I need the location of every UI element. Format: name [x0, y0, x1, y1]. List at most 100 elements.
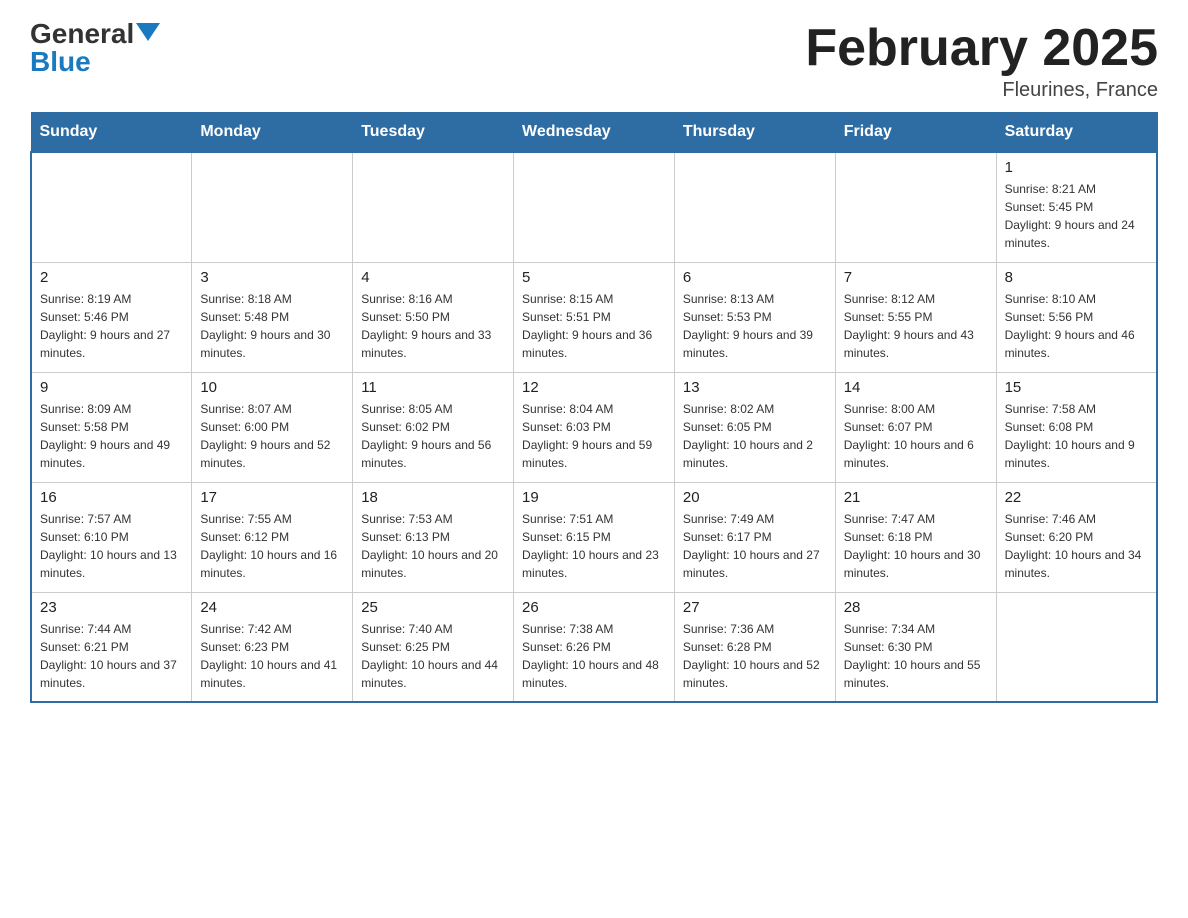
day-number: 20: [683, 489, 827, 506]
day-info: Sunrise: 8:09 AMSunset: 5:58 PMDaylight:…: [40, 400, 183, 472]
day-info: Sunrise: 7:36 AMSunset: 6:28 PMDaylight:…: [683, 620, 827, 692]
calendar-table: Sunday Monday Tuesday Wednesday Thursday…: [30, 112, 1158, 703]
header-wednesday: Wednesday: [514, 113, 675, 153]
day-info: Sunrise: 7:49 AMSunset: 6:17 PMDaylight:…: [683, 510, 827, 582]
day-number: 26: [522, 599, 666, 616]
calendar-header-row: Sunday Monday Tuesday Wednesday Thursday…: [31, 113, 1157, 153]
header-tuesday: Tuesday: [353, 113, 514, 153]
calendar-cell: 18Sunrise: 7:53 AMSunset: 6:13 PMDayligh…: [353, 482, 514, 592]
day-info: Sunrise: 8:19 AMSunset: 5:46 PMDaylight:…: [40, 290, 183, 362]
day-number: 28: [844, 599, 988, 616]
calendar-cell: 3Sunrise: 8:18 AMSunset: 5:48 PMDaylight…: [192, 262, 353, 372]
day-number: 9: [40, 379, 183, 396]
calendar-cell: 27 Sunrise: 7:36 AMSunset: 6:28 PMDayligh…: [674, 592, 835, 702]
day-number: 6: [683, 269, 827, 286]
day-number: 5: [522, 269, 666, 286]
day-info: Sunrise: 8:00 AMSunset: 6:07 PMDaylight:…: [844, 400, 988, 472]
day-info: Sunrise: 7:44 AMSunset: 6:21 PMDaylight:…: [40, 620, 183, 692]
day-number: 21: [844, 489, 988, 506]
calendar-cell: 21 Sunrise: 7:47 AMSunset: 6:18 PMDayligh…: [835, 482, 996, 592]
day-number: 15: [1005, 379, 1148, 396]
day-number: 16: [40, 489, 183, 506]
day-info: Sunrise: 8:18 AMSunset: 5:48 PMDaylight:…: [200, 290, 344, 362]
calendar-week-row: 1 Sunrise: 8:21 AMSunset: 5:45 PMDaylight…: [31, 152, 1157, 262]
day-number: 25: [361, 599, 505, 616]
calendar-week-row: 16 Sunrise: 7:57 AMSunset: 6:10 PMDayligh…: [31, 482, 1157, 592]
day-info: Sunrise: 7:46 AMSunset: 6:20 PMDaylight:…: [1005, 510, 1148, 582]
calendar-cell: 12 Sunrise: 8:04 AMSunset: 6:03 PMDayligh…: [514, 372, 675, 482]
calendar-cell: 23 Sunrise: 7:44 AMSunset: 6:21 PMDayligh…: [31, 592, 192, 702]
day-number: 1: [1005, 159, 1148, 176]
day-number: 24: [200, 599, 344, 616]
calendar-cell: [835, 152, 996, 262]
day-number: 8: [1005, 269, 1148, 286]
day-info: Sunrise: 7:55 AMSunset: 6:12 PMDaylight:…: [200, 510, 344, 582]
header-sunday: Sunday: [31, 113, 192, 153]
calendar-cell: 22 Sunrise: 7:46 AMSunset: 6:20 PMDayligh…: [996, 482, 1157, 592]
day-info: Sunrise: 8:05 AMSunset: 6:02 PMDaylight:…: [361, 400, 505, 472]
calendar-cell: 4 Sunrise: 8:16 AMSunset: 5:50 PMDaylight…: [353, 262, 514, 372]
day-number: 12: [522, 379, 666, 396]
calendar-cell: 19 Sunrise: 7:51 AMSunset: 6:15 PMDayligh…: [514, 482, 675, 592]
day-info: Sunrise: 8:21 AMSunset: 5:45 PMDaylight:…: [1005, 180, 1148, 252]
calendar-cell: 1 Sunrise: 8:21 AMSunset: 5:45 PMDaylight…: [996, 152, 1157, 262]
day-info: Sunrise: 8:12 AMSunset: 5:55 PMDaylight:…: [844, 290, 988, 362]
header-friday: Friday: [835, 113, 996, 153]
day-info: Sunrise: 7:38 AMSunset: 6:26 PMDaylight:…: [522, 620, 666, 692]
calendar-cell: 24Sunrise: 7:42 AMSunset: 6:23 PMDayligh…: [192, 592, 353, 702]
day-number: 22: [1005, 489, 1148, 506]
day-info: Sunrise: 7:47 AMSunset: 6:18 PMDaylight:…: [844, 510, 988, 582]
calendar-week-row: 9 Sunrise: 8:09 AMSunset: 5:58 PMDaylight…: [31, 372, 1157, 482]
calendar-cell: 16 Sunrise: 7:57 AMSunset: 6:10 PMDayligh…: [31, 482, 192, 592]
calendar-cell: 6 Sunrise: 8:13 AMSunset: 5:53 PMDaylight…: [674, 262, 835, 372]
logo: General Blue: [30, 20, 160, 76]
calendar-cell: 13 Sunrise: 8:02 AMSunset: 6:05 PMDayligh…: [674, 372, 835, 482]
calendar-cell: [996, 592, 1157, 702]
page-header: General Blue February 2025 Fleurines, Fr…: [30, 20, 1158, 102]
header-saturday: Saturday: [996, 113, 1157, 153]
day-number: 2: [40, 269, 183, 286]
calendar-cell: 2 Sunrise: 8:19 AMSunset: 5:46 PMDaylight…: [31, 262, 192, 372]
calendar-cell: 26 Sunrise: 7:38 AMSunset: 6:26 PMDayligh…: [514, 592, 675, 702]
day-info: Sunrise: 7:51 AMSunset: 6:15 PMDaylight:…: [522, 510, 666, 582]
day-info: Sunrise: 7:57 AMSunset: 6:10 PMDaylight:…: [40, 510, 183, 582]
calendar-cell: 10Sunrise: 8:07 AMSunset: 6:00 PMDayligh…: [192, 372, 353, 482]
day-info: Sunrise: 8:13 AMSunset: 5:53 PMDaylight:…: [683, 290, 827, 362]
calendar-week-row: 23 Sunrise: 7:44 AMSunset: 6:21 PMDayligh…: [31, 592, 1157, 702]
calendar-cell: 14 Sunrise: 8:00 AMSunset: 6:07 PMDayligh…: [835, 372, 996, 482]
day-number: 19: [522, 489, 666, 506]
day-info: Sunrise: 7:53 AMSunset: 6:13 PMDaylight:…: [361, 510, 505, 582]
day-info: Sunrise: 8:04 AMSunset: 6:03 PMDaylight:…: [522, 400, 666, 472]
calendar-cell: [353, 152, 514, 262]
calendar-cell: 7Sunrise: 8:12 AMSunset: 5:55 PMDaylight…: [835, 262, 996, 372]
day-info: Sunrise: 8:07 AMSunset: 6:00 PMDaylight:…: [200, 400, 344, 472]
calendar-week-row: 2 Sunrise: 8:19 AMSunset: 5:46 PMDaylight…: [31, 262, 1157, 372]
day-number: 4: [361, 269, 505, 286]
day-info: Sunrise: 7:58 AMSunset: 6:08 PMDaylight:…: [1005, 400, 1148, 472]
month-title: February 2025: [805, 20, 1158, 77]
logo-blue-text: Blue: [30, 46, 91, 77]
day-number: 14: [844, 379, 988, 396]
calendar-cell: 25 Sunrise: 7:40 AMSunset: 6:25 PMDayligh…: [353, 592, 514, 702]
calendar-cell: 5 Sunrise: 8:15 AMSunset: 5:51 PMDaylight…: [514, 262, 675, 372]
calendar-cell: [514, 152, 675, 262]
day-info: Sunrise: 8:10 AMSunset: 5:56 PMDaylight:…: [1005, 290, 1148, 362]
day-number: 13: [683, 379, 827, 396]
day-number: 17: [200, 489, 344, 506]
day-info: Sunrise: 8:16 AMSunset: 5:50 PMDaylight:…: [361, 290, 505, 362]
calendar-cell: 8 Sunrise: 8:10 AMSunset: 5:56 PMDaylight…: [996, 262, 1157, 372]
day-number: 23: [40, 599, 183, 616]
header-monday: Monday: [192, 113, 353, 153]
day-info: Sunrise: 8:15 AMSunset: 5:51 PMDaylight:…: [522, 290, 666, 362]
day-info: Sunrise: 7:34 AMSunset: 6:30 PMDaylight:…: [844, 620, 988, 692]
logo-general-text: General: [30, 20, 134, 48]
day-info: Sunrise: 8:02 AMSunset: 6:05 PMDaylight:…: [683, 400, 827, 472]
day-number: 27: [683, 599, 827, 616]
calendar-cell: [31, 152, 192, 262]
calendar-cell: [674, 152, 835, 262]
calendar-cell: 9 Sunrise: 8:09 AMSunset: 5:58 PMDaylight…: [31, 372, 192, 482]
calendar-cell: 20 Sunrise: 7:49 AMSunset: 6:17 PMDayligh…: [674, 482, 835, 592]
day-info: Sunrise: 7:40 AMSunset: 6:25 PMDaylight:…: [361, 620, 505, 692]
title-block: February 2025 Fleurines, France: [805, 20, 1158, 102]
calendar-cell: 28 Sunrise: 7:34 AMSunset: 6:30 PMDayligh…: [835, 592, 996, 702]
